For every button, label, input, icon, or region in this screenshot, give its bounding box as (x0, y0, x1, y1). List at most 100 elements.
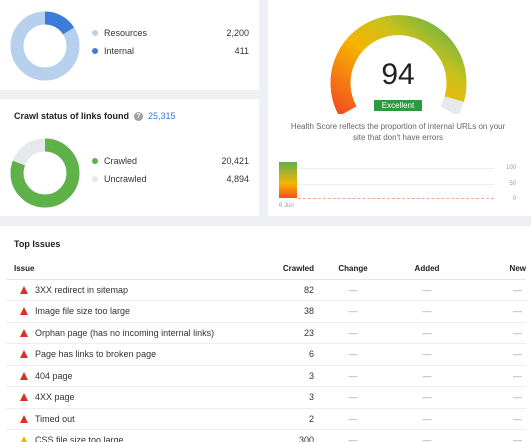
issue-crawled-count[interactable]: 3 (256, 386, 314, 409)
issue-added: — (392, 386, 462, 409)
legend-label: Internal (104, 46, 135, 56)
issue-name-cell[interactable]: 3XX redirect in sitemap (6, 279, 256, 301)
help-icon[interactable]: ? (134, 111, 144, 121)
column-issue[interactable]: Issue (6, 258, 256, 280)
error-icon (20, 371, 28, 380)
links-card: Resources 2,200 Internal 411 (0, 0, 259, 90)
issue-name-cell[interactable]: 4XX page (6, 386, 256, 409)
issue-row[interactable]: Orphan page (has no incoming internal li… (6, 322, 526, 344)
issue-change: — (314, 343, 392, 366)
issue-crawled-count[interactable]: 23 (256, 322, 314, 344)
issue-added: — (392, 300, 462, 323)
issue-name-cell[interactable]: Orphan page (has no incoming internal li… (6, 322, 256, 344)
issue-crawled-count[interactable]: 2 (256, 408, 314, 430)
legend-item-uncrawled: Uncrawled 4,894 (92, 174, 249, 184)
legend-dot (92, 158, 98, 164)
issues-table: Issue Crawled Change Added New 3XX redir… (6, 258, 526, 442)
column-new[interactable]: New (462, 258, 526, 280)
issue-new: — (462, 429, 526, 442)
legend-dot (92, 48, 98, 54)
error-icon (20, 393, 28, 402)
top-issues-card: Top Issues Issue Crawled Change Added Ne… (0, 226, 531, 442)
issue-change: — (314, 386, 392, 409)
issue-crawled-count[interactable]: 3 (256, 365, 314, 387)
issue-change: — (314, 322, 392, 344)
issue-new: — (462, 408, 526, 430)
history-bar (279, 162, 297, 198)
issue-added: — (392, 365, 462, 387)
legend-label: Crawled (104, 156, 138, 166)
issue-name[interactable]: Page has links to broken page (35, 349, 156, 359)
health-score-description: Health Score reflects the proportion of … (290, 122, 506, 142)
warning-icon (20, 436, 28, 442)
links-found-count[interactable]: 25,315 (148, 111, 176, 121)
issue-name-cell[interactable]: 404 page (6, 365, 256, 387)
issue-name[interactable]: 404 page (35, 371, 73, 381)
error-icon (20, 285, 28, 294)
issue-name[interactable]: CSS file size too large (35, 435, 124, 442)
health-score-value: 94 (381, 58, 415, 91)
issue-added: — (392, 322, 462, 344)
error-icon (20, 350, 28, 359)
column-added[interactable]: Added (392, 258, 462, 280)
issue-row[interactable]: Page has links to broken page 6— — — (6, 343, 526, 366)
column-change[interactable]: Change (314, 258, 392, 280)
history-y-tick: 50 (509, 181, 516, 187)
history-y-tick: 0 (512, 196, 516, 202)
issue-row[interactable]: 3XX redirect in sitemap 82— — — (6, 279, 526, 301)
column-crawled[interactable]: Crawled (256, 258, 314, 280)
health-history-chart: 100 50 0 6 Jun (278, 160, 518, 209)
issue-new: — (462, 343, 526, 366)
issue-name[interactable]: Image file size too large (35, 306, 130, 316)
issue-name-cell[interactable]: Page has links to broken page (6, 343, 256, 366)
issue-name[interactable]: 3XX redirect in sitemap (35, 285, 128, 295)
issue-row[interactable]: Image file size too large 38— — — (6, 300, 526, 323)
issue-new: — (462, 300, 526, 323)
issue-name[interactable]: 4XX page (35, 392, 75, 402)
legend-value: 2,200 (226, 28, 249, 38)
issue-name-cell[interactable]: Image file size too large (6, 300, 256, 323)
issue-crawled-count[interactable]: 38 (256, 300, 314, 323)
card-title-text: Crawl status of links found (14, 111, 130, 121)
issue-added: — (392, 408, 462, 430)
issue-added: — (392, 343, 462, 366)
legend-value: 411 (234, 46, 249, 56)
issue-row[interactable]: 404 page 3— — — (6, 365, 526, 387)
issue-row[interactable]: 4XX page 3— — — (6, 386, 526, 409)
legend-label: Uncrawled (104, 174, 147, 184)
legend-dot (92, 176, 98, 182)
issue-row[interactable]: CSS file size too large 300— — — (6, 429, 526, 442)
issue-name-cell[interactable]: CSS file size too large (6, 429, 256, 442)
crawl-status-card: Crawl status of links found ? 25,315 Cra… (0, 99, 259, 216)
issue-new: — (462, 365, 526, 387)
error-icon (20, 414, 28, 423)
issue-name-cell[interactable]: Timed out (6, 408, 256, 430)
top-issues-title: Top Issues (14, 239, 61, 249)
issue-new: — (462, 322, 526, 344)
issue-crawled-count[interactable]: 300 (256, 429, 314, 442)
issue-crawled-count[interactable]: 6 (256, 343, 314, 366)
issue-change: — (314, 429, 392, 442)
issues-table-header: Issue Crawled Change Added New (6, 258, 526, 280)
legend-item-internal: Internal 411 (92, 46, 249, 56)
legend-value: 4,894 (226, 174, 249, 184)
health-score-badge: Excellent (374, 100, 422, 111)
history-gridline (298, 168, 494, 169)
issue-change: — (314, 279, 392, 301)
issue-change: — (314, 365, 392, 387)
issue-name[interactable]: Timed out (35, 414, 75, 424)
legend-item-resources: Resources 2,200 (92, 28, 249, 38)
crawl-status-title: Crawl status of links found ? 25,315 (14, 111, 176, 121)
issue-added: — (392, 429, 462, 442)
issue-crawled-count[interactable]: 82 (256, 279, 314, 301)
history-x-label: 6 Jun (279, 203, 294, 209)
issue-name[interactable]: Orphan page (has no incoming internal li… (35, 328, 214, 338)
issue-added: — (392, 279, 462, 301)
legend-label: Resources (104, 28, 148, 38)
issue-row[interactable]: Timed out 2— — — (6, 408, 526, 430)
crawl-status-donut-chart (10, 138, 80, 208)
legend-item-crawled: Crawled 20,421 (92, 156, 249, 166)
history-baseline (298, 198, 494, 199)
history-y-tick: 100 (505, 165, 516, 171)
issue-new: — (462, 279, 526, 301)
